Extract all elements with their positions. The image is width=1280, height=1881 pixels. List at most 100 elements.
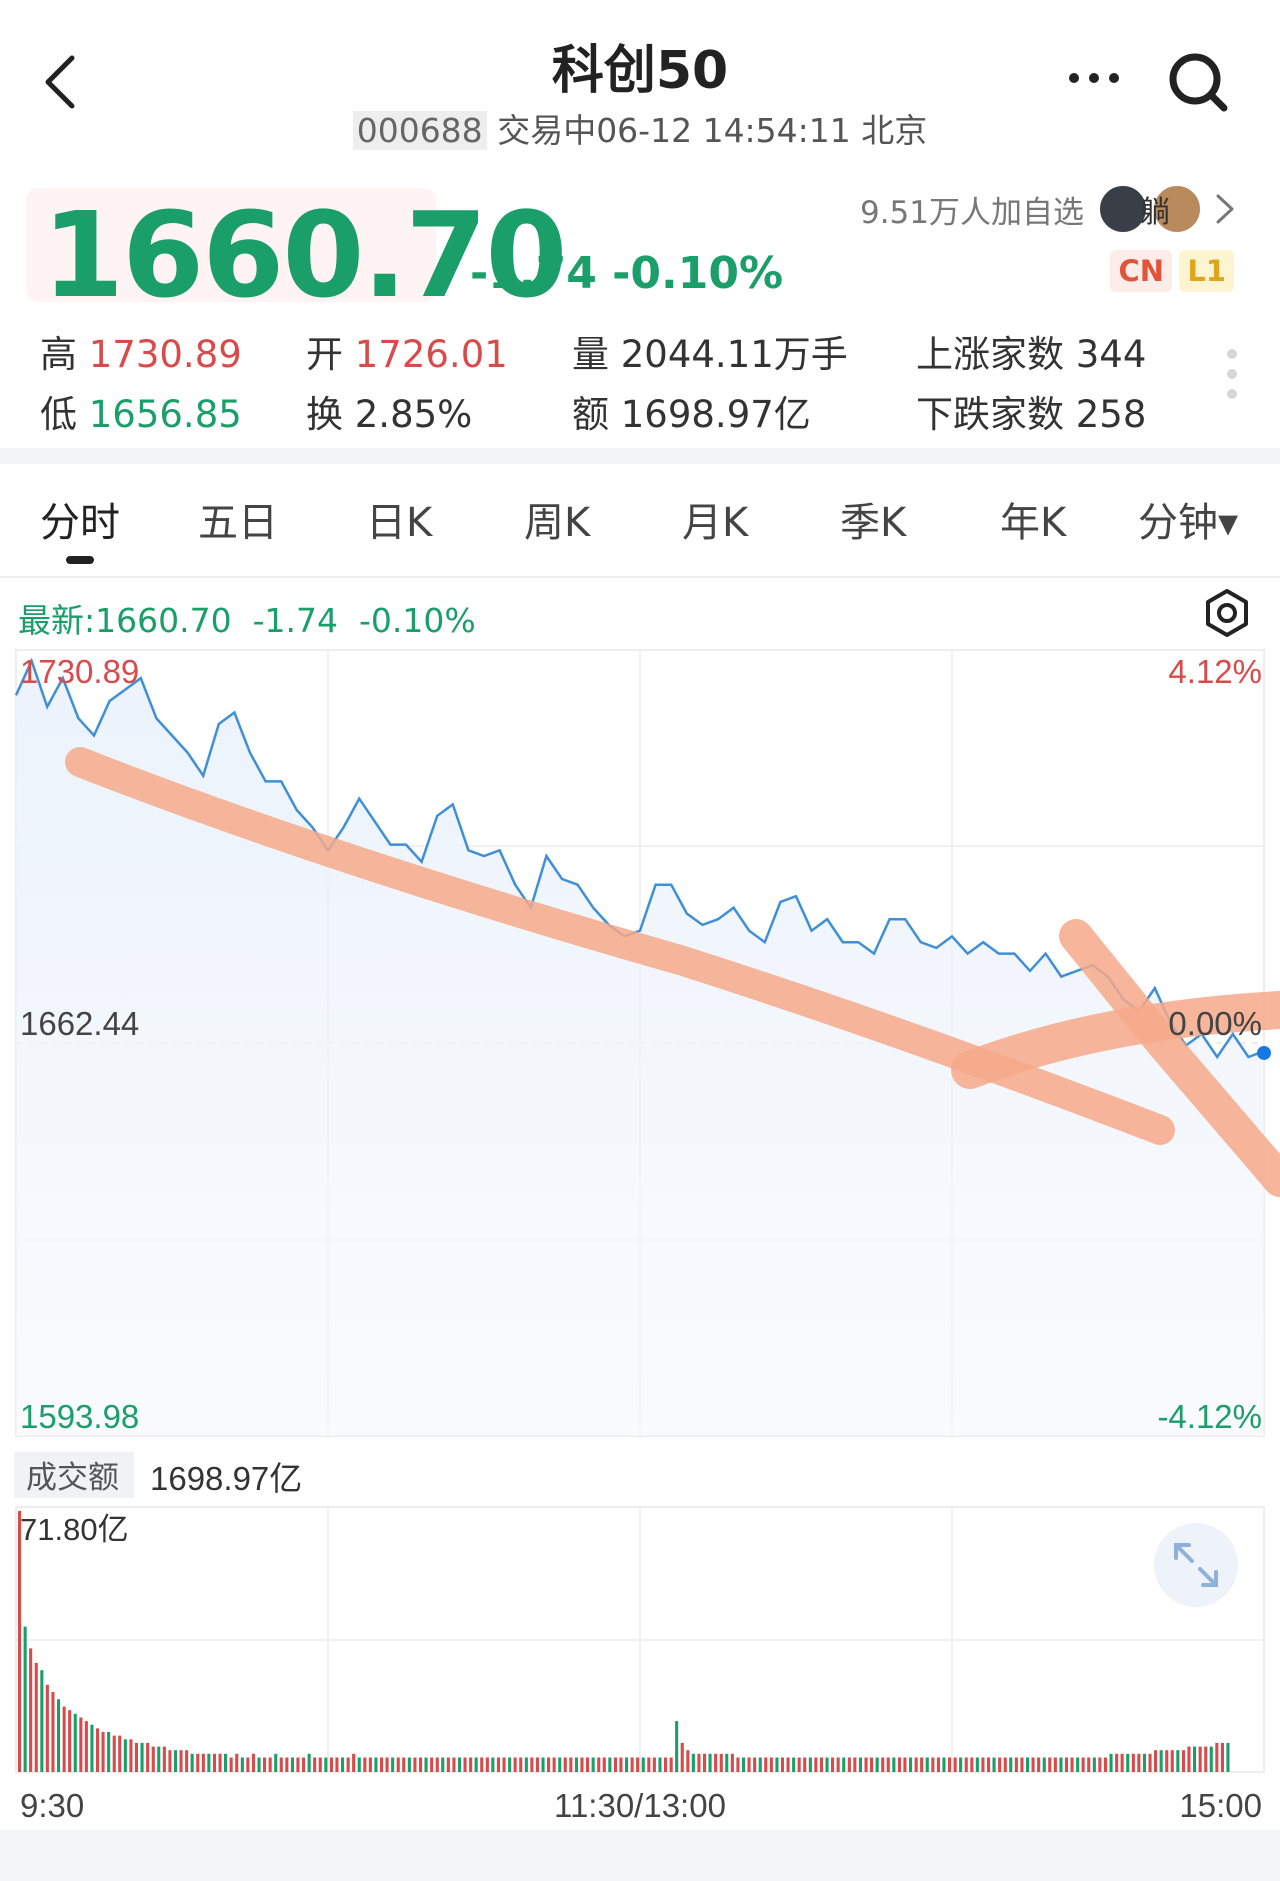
volume-bar	[96, 1728, 100, 1772]
volume-bar	[1181, 1750, 1185, 1772]
y-tick-label-left: 1662.44	[20, 1005, 139, 1042]
volume-bar	[530, 1757, 534, 1772]
volume-bar	[263, 1757, 267, 1772]
volume-bar	[625, 1757, 629, 1772]
volume-bar	[190, 1753, 194, 1772]
volume-bar	[1204, 1746, 1208, 1772]
volume-bar	[430, 1757, 434, 1772]
volume-bar	[296, 1757, 300, 1772]
volume-bar	[485, 1757, 489, 1772]
volume-bar	[1209, 1746, 1213, 1772]
volume-bar	[836, 1757, 840, 1772]
volume-bar	[608, 1757, 612, 1772]
stat-label: 换	[306, 393, 343, 436]
volume-bar	[703, 1753, 707, 1772]
volume-bar	[987, 1757, 991, 1772]
tab-minute-dropdown[interactable]: 分钟▾	[1138, 490, 1238, 548]
volume-bar	[697, 1753, 701, 1772]
volume-bar	[313, 1757, 317, 1772]
latest-change: -1.74	[252, 601, 338, 640]
volume-bar	[847, 1757, 851, 1772]
y-tick-label-right: 0.00%	[1168, 1005, 1262, 1042]
volume-bar	[1064, 1757, 1068, 1772]
search-icon[interactable]	[1166, 50, 1232, 116]
volume-bar	[1087, 1757, 1091, 1772]
security-status-line: 000688 交易中06-12 14:54:11 北京	[0, 104, 1280, 152]
tab-weekly-k[interactable]: 周K	[524, 490, 590, 548]
volume-bar	[68, 1710, 72, 1772]
avatar-text: 躺	[1140, 195, 1170, 230]
tab-yearly-k[interactable]: 年K	[1000, 490, 1066, 548]
volume-bar	[474, 1757, 478, 1772]
bottom-bar	[0, 1830, 1280, 1881]
latest-quote-line: 最新:1660.70 -1.74 -0.10%	[18, 594, 476, 642]
volume-bar	[1059, 1757, 1063, 1772]
y-tick-label-left: 1593.98	[20, 1398, 139, 1435]
tab-quarterly-k[interactable]: 季K	[840, 490, 906, 548]
volume-bar	[925, 1757, 929, 1772]
volume-bar	[246, 1757, 250, 1772]
stat-label: 下跌家数	[916, 393, 1064, 436]
stat-value: 1656.85	[88, 393, 242, 436]
volume-bar	[948, 1757, 952, 1772]
volume-bar	[162, 1746, 166, 1772]
more-vertical-icon[interactable]	[1226, 348, 1238, 400]
volume-bar	[1154, 1750, 1158, 1772]
volume-bar	[435, 1757, 439, 1772]
volume-bar	[814, 1757, 818, 1772]
volume-bar	[463, 1757, 467, 1772]
volume-bar	[881, 1757, 885, 1772]
volume-bar	[374, 1757, 378, 1772]
volume-bar	[179, 1750, 183, 1772]
last-price-dot	[1257, 1045, 1271, 1060]
volume-bar	[23, 1626, 27, 1772]
volume-bar	[251, 1753, 255, 1772]
volume-bar	[519, 1757, 523, 1772]
chevron-right-icon[interactable]	[1214, 192, 1236, 226]
followers-count: 9.51万人加自选	[859, 194, 1084, 231]
tab-daily-k[interactable]: 日K	[366, 490, 432, 548]
stat-high: 高 1730.89	[40, 324, 242, 378]
stat-advancers: 上涨家数 344	[916, 324, 1146, 378]
y-tick-label-right: 4.12%	[1168, 653, 1262, 690]
volume-bar	[647, 1757, 651, 1772]
volume-bar	[134, 1742, 138, 1772]
volume-title: 成交额	[26, 1460, 119, 1495]
volume-bar	[112, 1735, 116, 1772]
volume-bar	[959, 1757, 963, 1772]
volume-bar	[680, 1742, 684, 1772]
volume-bar	[797, 1757, 801, 1772]
volume-bar	[352, 1753, 356, 1772]
volume-bar	[51, 1692, 55, 1772]
volume-bar	[552, 1757, 556, 1772]
tab-intraday[interactable]: 分时	[40, 490, 120, 548]
volume-bar	[741, 1757, 745, 1772]
more-horizontal-icon[interactable]	[1066, 66, 1122, 90]
stat-value: 2.85%	[354, 393, 473, 436]
intraday-chart[interactable]: 1730.89 1662.44 1593.98 4.12% 0.00% -4.12% 成交…	[0, 640, 1280, 1850]
volume-bar	[45, 1684, 49, 1772]
followers-row[interactable]: 9.51万人加自选 躺	[859, 184, 1202, 234]
volume-bar	[218, 1753, 222, 1772]
volume-bar	[1115, 1753, 1119, 1772]
volume-bar	[970, 1757, 974, 1772]
gear-icon[interactable]	[1202, 588, 1252, 638]
trading-status-time: 交易中06-12 14:54:11 北京	[497, 111, 928, 150]
volume-bar	[920, 1757, 924, 1772]
volume-bar	[636, 1757, 640, 1772]
volume-bar	[268, 1757, 272, 1772]
volume-bar	[964, 1757, 968, 1772]
volume-bar	[79, 1717, 83, 1772]
volume-bar	[870, 1757, 874, 1772]
volume-bar	[363, 1757, 367, 1772]
tab-monthly-k[interactable]: 月K	[682, 490, 748, 548]
volume-bar	[619, 1757, 623, 1772]
avatar-group: 躺	[1098, 184, 1202, 234]
stat-decliners: 下跌家数 258	[916, 384, 1146, 438]
expand-chart-button[interactable]	[1154, 1523, 1238, 1607]
volume-bar	[1109, 1753, 1113, 1772]
stat-amount: 额 1698.97亿	[572, 384, 811, 438]
volume-bar	[1137, 1753, 1141, 1772]
tab-five-day[interactable]: 五日	[198, 490, 278, 548]
volume-bar	[1159, 1750, 1163, 1772]
